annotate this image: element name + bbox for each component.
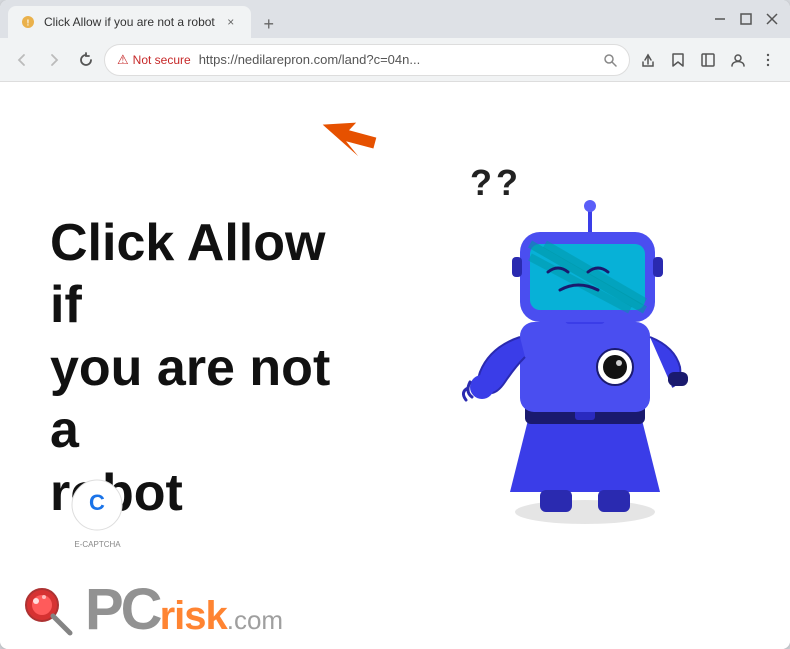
tab-title: Click Allow if you are not a robot [44,15,215,29]
minimize-button[interactable] [710,9,730,29]
toolbar: ⚠ Not secure https://nedilarepron.com/la… [0,38,790,82]
back-button[interactable] [8,46,36,74]
tab-favicon: ! [20,14,36,30]
forward-button[interactable] [40,46,68,74]
sidebar-button[interactable] [694,46,722,74]
maximize-button[interactable] [736,9,756,29]
title-bar: ! Click Allow if you are not a robot × + [0,0,790,38]
tab-close-button[interactable]: × [223,14,239,30]
robot-illustration: ?? [410,142,730,542]
magnifier-icon [20,583,75,638]
new-tab-button[interactable]: + [255,10,283,38]
not-secure-label: Not secure [133,53,191,67]
warning-icon: ⚠ [117,52,129,68]
ecaptcha-logo: C E-CAPTCHA [70,478,125,549]
arrow-annotation [310,92,390,172]
svg-text:C: C [89,490,105,515]
pcrisk-watermark: PC risk .com [20,581,283,639]
pc-text: PC [85,581,160,639]
dot-com-text: .com [227,605,283,636]
bookmark-button[interactable] [664,46,692,74]
page-content: Click Allow if you are not a robot ?? [0,82,790,649]
share-button[interactable] [634,46,662,74]
window-controls [710,9,782,29]
address-bar[interactable]: ⚠ Not secure https://nedilarepron.com/la… [104,44,630,76]
risk-text: risk [160,594,227,639]
ecaptcha-label: E-CAPTCHA [70,540,125,549]
account-button[interactable] [724,46,752,74]
pcrisk-logo-text: PC risk .com [85,581,283,639]
close-button[interactable] [762,9,782,29]
search-icon [603,53,617,67]
browser-window: ! Click Allow if you are not a robot × + [0,0,790,649]
svg-text:!: ! [27,19,30,28]
reload-button[interactable] [72,46,100,74]
menu-button[interactable] [754,46,782,74]
url-display: https://nedilarepron.com/land?c=04n... [199,52,595,67]
toolbar-actions [634,46,782,74]
security-indicator: ⚠ Not secure [117,52,191,68]
active-tab[interactable]: ! Click Allow if you are not a robot × [8,6,251,38]
tab-area: ! Click Allow if you are not a robot × + [8,0,710,38]
